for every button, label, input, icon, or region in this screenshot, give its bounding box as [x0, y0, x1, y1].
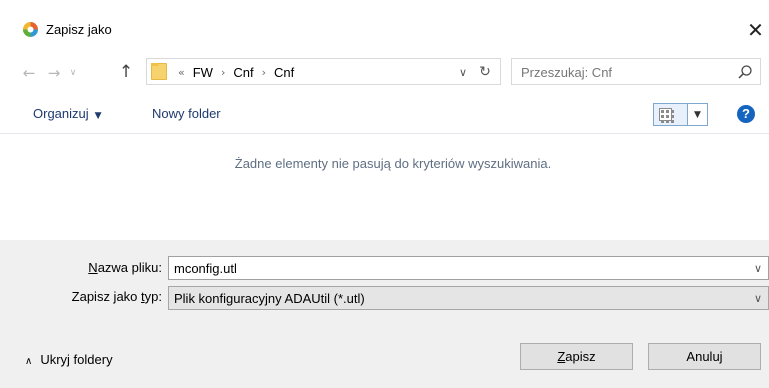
address-bar[interactable]: « FW › Cnf › Cnf ∨ ↻ [146, 58, 501, 85]
back-arrow-icon[interactable]: ← [18, 60, 40, 86]
breadcrumb-item-fw[interactable]: FW [193, 64, 213, 81]
close-icon[interactable]: ✕ [742, 14, 769, 46]
breadcrumb-item-cnf[interactable]: Cnf [233, 64, 253, 81]
navigation-bar: ← → ∨ ↑ « FW › Cnf › Cnf ∨ ↻ [0, 52, 769, 94]
filetype-dropdown-icon: ∨ [753, 292, 762, 305]
filename-combobox: ∨ [168, 256, 769, 280]
save-form-panel: Nazwa pliku: ∨ Zapisz jako typ: Plik kon… [0, 240, 769, 388]
organize-caret-icon: ▼ [94, 111, 102, 121]
filename-label: Nazwa pliku: [88, 260, 162, 275]
chevron-up-icon: ∧ [25, 356, 33, 367]
breadcrumb-overflow-icon[interactable]: « [178, 64, 185, 81]
save-button[interactable]: Zapisz [520, 343, 633, 370]
window-title: Zapisz jako [46, 22, 112, 37]
cancel-button[interactable]: Anuluj [648, 343, 761, 370]
breadcrumb-item-cnf-current[interactable]: Cnf [274, 64, 294, 81]
forward-arrow-icon[interactable]: → [43, 60, 65, 86]
filename-dropdown-icon[interactable]: ∨ [754, 260, 762, 277]
filename-input[interactable] [174, 260, 734, 277]
filetype-value: Plik konfiguracyjny ADAUtil (*.utl) [174, 291, 365, 306]
address-dropdown-icon[interactable]: ∨ [455, 64, 471, 81]
filetype-select[interactable]: Plik konfiguracyjny ADAUtil (*.utl) ∨ [168, 286, 769, 310]
organize-menu[interactable]: Organizuj ▼ [33, 94, 102, 134]
view-grid-icon [659, 108, 674, 123]
search-box [511, 58, 761, 85]
refresh-icon[interactable]: ↻ [475, 63, 495, 81]
filetype-label: Zapisz jako typ: [71, 289, 162, 304]
organize-label: Organizuj [33, 106, 89, 121]
hide-folders-label: Ukryj foldery [40, 352, 113, 367]
recent-locations-chevron-icon[interactable]: ∨ [66, 60, 80, 86]
command-toolbar: Organizuj ▼ Nowy folder ▼ ? [0, 94, 769, 134]
new-folder-button[interactable]: Nowy folder [152, 94, 221, 134]
hide-folders-toggle[interactable]: ∧ Ukryj foldery [25, 350, 113, 370]
change-view-button[interactable] [653, 103, 688, 126]
title-bar: Zapisz jako ✕ [0, 0, 769, 52]
folder-icon [151, 63, 167, 80]
empty-message: Żadne elementy nie pasują do kryteriów w… [234, 156, 552, 171]
app-icon [23, 22, 38, 37]
help-icon[interactable]: ? [737, 105, 755, 123]
view-options-dropdown[interactable]: ▼ [688, 103, 708, 126]
breadcrumb: « FW › Cnf › Cnf [178, 64, 294, 81]
breadcrumb-chevron-icon[interactable]: › [262, 64, 266, 81]
file-list-area[interactable]: Żadne elementy nie pasują do kryteriów w… [0, 134, 769, 240]
breadcrumb-chevron-icon[interactable]: › [221, 64, 225, 81]
search-input[interactable] [521, 63, 726, 81]
search-icon[interactable] [737, 64, 753, 80]
up-arrow-icon[interactable]: ↑ [113, 59, 139, 85]
